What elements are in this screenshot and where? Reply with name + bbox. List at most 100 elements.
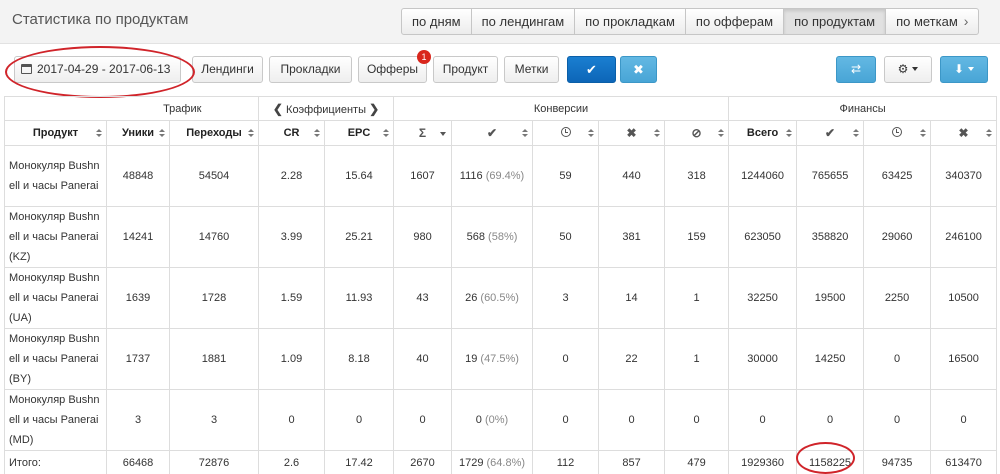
tab-by-offers[interactable]: по офферам [684,8,785,35]
sort-icon [786,129,793,138]
hold-cell: 3 [532,267,600,329]
page-header: Статистика по продуктам по дням по ленди… [0,0,1000,44]
fin-hold-cell: 63425 [863,145,932,207]
totals-sum: 2670 [393,450,453,474]
date-range-highlight [5,46,195,98]
approved-value: 1116 [459,170,483,182]
uniques-cell: 3 [106,389,170,451]
col-product[interactable]: Продукт [4,120,107,146]
col-sum[interactable]: Σ [393,120,453,146]
approved-value: 0 [475,414,482,426]
total-approved-highlight [796,442,855,474]
col-fin-hold[interactable] [863,120,932,146]
totals-total: 1929360 [728,450,798,474]
col-epc[interactable]: EPC [324,120,395,146]
hold-cell: 59 [532,145,600,207]
trash-cell: 1 [664,267,730,329]
epc-cell: 8.18 [324,328,395,390]
check-icon: ✔ [586,62,597,77]
chevron-left-icon[interactable]: ❮ [273,102,283,116]
col-approved[interactable]: ✔ [451,120,534,146]
sort-icon [522,129,529,138]
fin-rejected-cell: 246100 [930,206,998,268]
settings-dropdown-button[interactable]: ⚙ [884,56,932,83]
col-trash[interactable]: ⊘ [664,120,730,146]
col-cr-label: CR [283,127,300,139]
prelandings-filter-button[interactable]: Прокладки [269,56,352,83]
chevron-right-icon: › [963,13,969,29]
sigma-icon: Σ [418,126,427,140]
cr-cell: 1.59 [258,267,326,329]
sort-icon [159,129,165,138]
col-total[interactable]: Всего [728,120,798,146]
sort-icon [986,129,993,138]
cr-cell: 0 [258,389,326,451]
fin-rejected-cell: 16500 [930,328,998,390]
rejected-cell: 381 [598,206,666,268]
reset-filters-button[interactable]: ✖ [620,56,657,83]
col-hold[interactable] [532,120,600,146]
col-uniques[interactable]: Уники [106,120,170,146]
shuffle-button[interactable]: ⇄ [836,56,876,83]
tab-by-landings[interactable]: по лендингам [470,8,576,35]
column-header-row: Продукт Уники Переходы CR EPC Σ ✔ ✖ ⊘ Вс… [4,120,998,146]
offers-filter-button[interactable]: Офферы [358,56,427,83]
sort-icon [96,129,102,138]
trash-cell: 0 [664,389,730,451]
offers-count-badge: 1 [417,50,431,64]
landings-filter-button[interactable]: Лендинги [192,56,263,83]
trash-cell: 1 [664,328,730,390]
product-filter-button[interactable]: Продукт [433,56,498,83]
hold-cell: 0 [532,389,600,451]
col-clicks-label: Переходы [186,127,242,139]
chevron-right-icon[interactable]: ❯ [369,102,379,116]
col-fin-rejected[interactable]: ✖ [930,120,998,146]
apply-filters-button[interactable]: ✔ [567,56,616,83]
export-dropdown-button[interactable]: ⬇ [940,56,988,83]
clicks-cell: 14760 [168,206,260,268]
group-coefficients[interactable]: ❮ Коэффициенты ❯ [258,96,395,121]
times-icon: ✖ [633,62,644,77]
table-row: Монокуляр Bushnell и часы Panerai (KZ) 14… [4,206,998,268]
rejected-cell: 22 [598,328,666,390]
fin-approved-cell: 358820 [796,206,865,268]
col-fin-approved[interactable]: ✔ [796,120,865,146]
sum-cell: 40 [393,328,453,390]
clock-icon [892,127,903,137]
col-rejected[interactable]: ✖ [598,120,666,146]
totals-fin-rejected: 613470 [930,450,998,474]
col-uniques-label: Уники [121,127,155,139]
col-product-label: Продукт [32,127,79,139]
tab-by-days[interactable]: по дням [401,8,472,35]
col-cr[interactable]: CR [258,120,326,146]
times-icon: ✖ [626,126,637,140]
totals-trash: 479 [664,450,730,474]
caret-down-icon [968,67,975,71]
fin-rejected-cell: 10500 [930,267,998,329]
tags-filter-button[interactable]: Метки [504,56,559,83]
uniques-cell: 48848 [106,145,170,207]
sort-icon [718,129,725,138]
download-icon: ⬇ [953,62,965,76]
trash-cell: 159 [664,206,730,268]
cr-cell: 1.09 [258,328,326,390]
group-traffic: Трафик [106,96,260,121]
tab-by-products[interactable]: по продуктам [783,8,887,35]
approved-pct: (58%) [488,231,518,243]
sort-desc-icon [440,132,447,136]
times-icon: ✖ [958,126,969,140]
approved-value: 19 [465,353,478,365]
total-cell: 32250 [728,267,798,329]
fin-hold-cell: 0 [863,328,932,390]
col-total-label: Всего [746,127,779,139]
tab-by-tags[interactable]: по меткам › [885,8,980,35]
product-name-cell: Монокуляр Bushnell и часы Panerai [4,145,107,207]
fin-approved-cell: 765655 [796,145,865,207]
col-clicks[interactable]: Переходы [168,120,260,146]
table-body: Монокуляр Bushnell и часы Panerai 48848 54… [4,145,998,451]
approved-cell: 1116 (69.4%) [451,145,534,207]
tab-by-prelandings[interactable]: по прокладкам [574,8,686,35]
hold-cell: 50 [532,206,600,268]
view-tabs: по дням по лендингам по прокладкам по оф… [401,8,980,35]
trash-cell: 318 [664,145,730,207]
